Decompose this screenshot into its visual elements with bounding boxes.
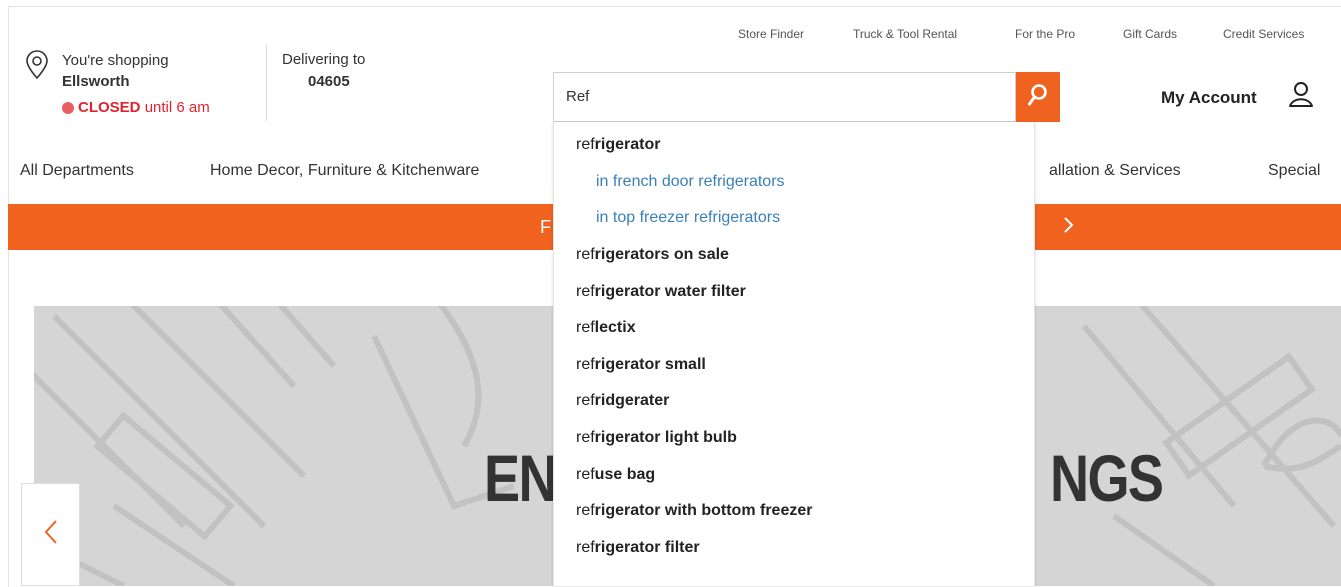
chevron-right-icon (1063, 216, 1075, 240)
suggestion-typed: ref (576, 136, 595, 153)
suggestion-category-link[interactable]: in french door refrigerators (596, 173, 785, 191)
chevron-left-icon (44, 519, 58, 550)
suggestion-typed: ref (576, 502, 595, 519)
suggestion-item[interactable]: refridgerater (576, 392, 669, 410)
promo-text[interactable]: F (540, 217, 551, 238)
suggestion-item[interactable]: refrigerator small (576, 356, 706, 374)
suggestion-typed: ref (576, 539, 595, 556)
suggestion-typed: ref (576, 246, 595, 263)
suggestion-completion: rigerator filter (594, 539, 700, 556)
store-status-detail: until 6 am (144, 99, 210, 116)
nav-installation-services[interactable]: allation & Services (1049, 162, 1181, 180)
suggestion-completion: rigerator with bottom freezer (594, 502, 813, 519)
util-link-truck-tool-rental[interactable]: Truck & Tool Rental (853, 27, 957, 41)
suggestion-completion: rigerator small (594, 356, 706, 373)
hero-headline-right: NGS (1050, 441, 1164, 515)
header-divider (266, 45, 267, 121)
suggestion-item[interactable]: refrigerator filter (576, 539, 700, 557)
search-button[interactable] (1016, 72, 1060, 122)
nav-home-decor[interactable]: Home Decor, Furniture & Kitchenware (210, 162, 479, 180)
util-link-gift-cards[interactable]: Gift Cards (1123, 27, 1177, 41)
store-name[interactable]: Ellsworth (62, 73, 130, 90)
suggestion-typed: ref (576, 429, 595, 446)
hero-headline-left: EN (484, 441, 558, 515)
location-pin-icon[interactable] (24, 50, 50, 85)
suggestion-item[interactable]: reflectix (576, 319, 636, 337)
suggestion-typed: ref (576, 356, 595, 373)
util-link-for-the-pro[interactable]: For the Pro (1015, 27, 1075, 41)
suggestion-item[interactable]: refuse bag (576, 466, 655, 484)
suggestion-item[interactable]: refrigerator light bulb (576, 429, 737, 447)
store-status: CLOSED until 6 am (78, 99, 210, 116)
suggestion-completion: use bag (594, 466, 656, 483)
suggestion-item[interactable]: refrigerators on sale (576, 246, 729, 264)
user-icon[interactable] (1287, 80, 1315, 113)
suggestion-completion: rigerator light bulb (594, 429, 737, 446)
util-link-credit-services[interactable]: Credit Services (1223, 27, 1304, 41)
search-icon (1027, 83, 1049, 112)
suggestion-item[interactable]: refrigerator water filter (576, 283, 746, 301)
suggestion-completion: rigerators on sale (594, 246, 729, 263)
suggestion-typed: ref (576, 466, 595, 483)
search-input[interactable] (566, 88, 996, 105)
delivery-zip[interactable]: 04605 (308, 73, 350, 90)
suggestion-typed: ref (576, 283, 595, 300)
nav-all-departments[interactable]: All Departments (20, 162, 134, 180)
suggestion-completion: rigerator water filter (594, 283, 746, 300)
util-link-store-finder[interactable]: Store Finder (738, 27, 804, 41)
nav-special[interactable]: Special (1268, 162, 1320, 180)
store-status-dot (62, 102, 74, 114)
carousel-prev-button[interactable] (21, 483, 80, 586)
suggestion-completion: rigerator (594, 136, 661, 153)
suggestion-category-link[interactable]: in top freezer refrigerators (596, 209, 780, 227)
store-label[interactable]: You're shopping (62, 52, 169, 69)
delivery-label[interactable]: Delivering to (282, 51, 365, 68)
suggestion-typed: ref (576, 319, 595, 336)
suggestion-typed: ref (576, 392, 595, 409)
store-status-label: CLOSED (78, 99, 141, 116)
suggestion-item[interactable]: refrigerator (576, 136, 660, 154)
search-suggestions-dropdown: refrigerator in french door refrigerator… (553, 122, 1035, 586)
suggestion-item[interactable]: refrigerator with bottom freezer (576, 502, 812, 520)
suggestion-completion: ridgerater (594, 392, 670, 409)
search-box[interactable] (553, 72, 1016, 122)
my-account-link[interactable]: My Account (1161, 88, 1257, 108)
suggestion-completion: lectix (594, 319, 636, 336)
